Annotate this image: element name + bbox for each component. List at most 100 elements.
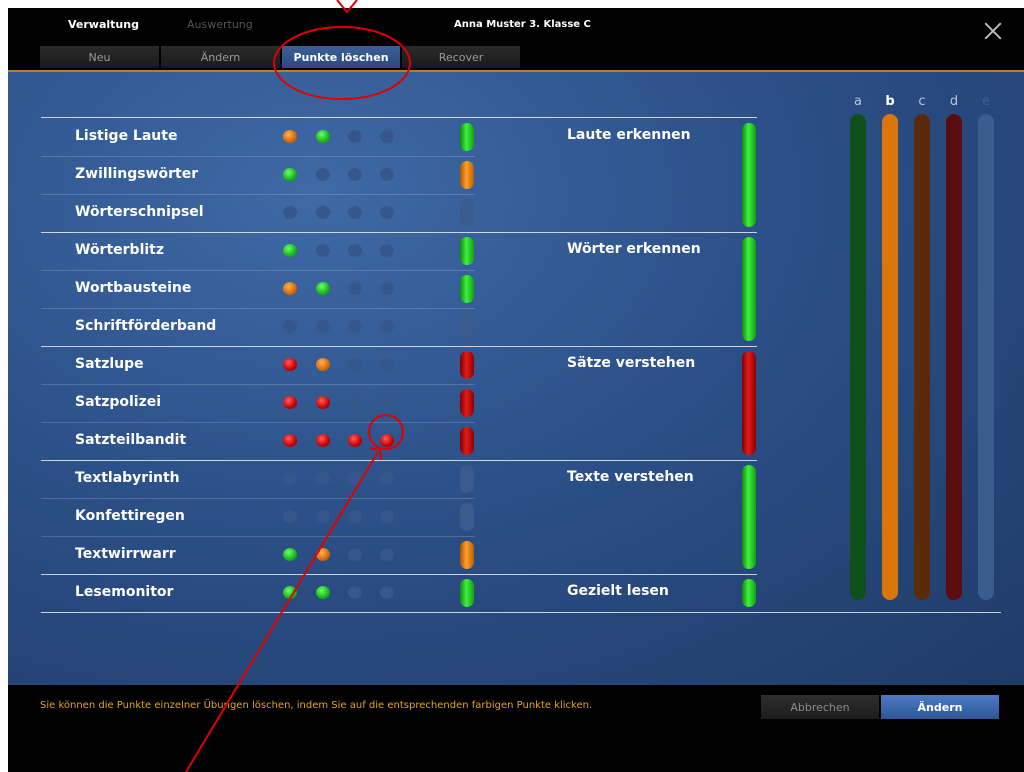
group-divider xyxy=(41,574,757,575)
exercise-label: Satzlupe xyxy=(75,356,144,372)
score-dot[interactable] xyxy=(316,548,330,561)
score-dot xyxy=(380,130,394,143)
score-dot[interactable] xyxy=(283,168,297,181)
score-dot xyxy=(316,206,330,219)
exercise-label: Schriftförderband xyxy=(75,318,217,334)
level-letter-a[interactable]: a xyxy=(850,94,866,109)
row-divider xyxy=(41,422,475,423)
score-dot[interactable] xyxy=(283,130,297,143)
score-dot xyxy=(348,396,362,409)
category-score-bar xyxy=(742,351,756,455)
subtab-aendern[interactable]: Ändern xyxy=(161,46,280,68)
row-divider xyxy=(41,536,475,537)
apply-button[interactable]: Ändern xyxy=(881,695,999,719)
level-letter-b[interactable]: b xyxy=(882,94,898,109)
level-letter-d[interactable]: d xyxy=(946,94,962,109)
score-dot[interactable] xyxy=(283,548,297,561)
score-dot[interactable] xyxy=(316,282,330,295)
score-dot[interactable] xyxy=(316,434,330,447)
score-dot xyxy=(348,282,362,295)
subtab-neu[interactable]: Neu xyxy=(40,46,159,68)
row-divider xyxy=(41,156,475,157)
exercise-score-bar xyxy=(460,237,474,265)
exercise-label: Textlabyrinth xyxy=(75,470,180,486)
exercise-score-bar xyxy=(460,541,474,569)
exercise-score-bar xyxy=(460,389,474,417)
score-dot xyxy=(348,358,362,371)
category-label: Laute erkennen xyxy=(567,127,691,143)
score-dot[interactable] xyxy=(316,586,330,599)
tab-auswertung[interactable]: Auswertung xyxy=(187,18,253,31)
score-dot[interactable] xyxy=(348,434,362,447)
level-letter-e[interactable]: e xyxy=(978,94,994,109)
level-bar-c xyxy=(914,114,930,600)
score-dot[interactable] xyxy=(316,130,330,143)
tab-verwaltung[interactable]: Verwaltung xyxy=(68,18,139,31)
score-dot xyxy=(348,206,362,219)
row-divider xyxy=(41,498,475,499)
exercise-score-bar xyxy=(460,275,474,303)
level-bar-b xyxy=(882,114,898,600)
level-letter-c[interactable]: c xyxy=(914,94,930,109)
exercise-score-bar xyxy=(460,579,474,607)
score-dot[interactable] xyxy=(316,396,330,409)
score-dot[interactable] xyxy=(380,434,394,447)
category-score-bar xyxy=(742,465,756,569)
exercise-label: Wörterschnipsel xyxy=(75,204,204,220)
score-dot[interactable] xyxy=(283,244,297,257)
score-dot xyxy=(380,358,394,371)
score-dot xyxy=(380,244,394,257)
row-divider xyxy=(41,194,475,195)
cancel-button[interactable]: Abbrechen xyxy=(761,695,879,719)
hint-text: Sie können die Punkte einzelner Übungen … xyxy=(40,700,593,711)
score-dot xyxy=(316,472,330,485)
category-score-bar xyxy=(742,579,756,607)
exercise-label: Listige Laute xyxy=(75,128,178,144)
score-dot[interactable] xyxy=(316,358,330,371)
score-dot xyxy=(380,282,394,295)
table-top-line xyxy=(41,117,757,118)
exercise-label: Konfettiregen xyxy=(75,508,185,524)
score-dot xyxy=(380,168,394,181)
exercise-label: Textwirrwarr xyxy=(75,546,176,562)
exercise-label: Wörterblitz xyxy=(75,242,165,258)
subtab-punkte-loeschen[interactable]: Punkte löschen xyxy=(282,46,400,68)
subtab-recover[interactable]: Recover xyxy=(402,46,520,68)
score-dot xyxy=(316,510,330,523)
group-divider xyxy=(41,612,1001,613)
category-label: Sätze verstehen xyxy=(567,355,696,371)
app-window: Verwaltung Auswertung Anna Muster 3. Kla… xyxy=(8,8,1024,772)
score-dot xyxy=(380,206,394,219)
category-score-bar xyxy=(742,237,756,341)
close-icon[interactable] xyxy=(984,22,1002,40)
score-dot[interactable] xyxy=(283,396,297,409)
score-dot[interactable] xyxy=(283,434,297,447)
score-dot[interactable] xyxy=(283,358,297,371)
score-dot xyxy=(316,168,330,181)
score-dot xyxy=(348,244,362,257)
level-bar-d xyxy=(946,114,962,600)
main-panel: Listige Laute Zwillingswörter Wörterschnip… xyxy=(8,72,1024,685)
score-dot xyxy=(380,586,394,599)
score-dot xyxy=(283,206,297,219)
category-score-bar xyxy=(742,123,756,227)
exercise-score-bar xyxy=(460,465,474,493)
score-dot[interactable] xyxy=(283,282,297,295)
score-dot xyxy=(380,510,394,523)
exercise-label: Wortbausteine xyxy=(75,280,192,296)
score-dot xyxy=(348,510,362,523)
score-dot xyxy=(283,472,297,485)
group-divider xyxy=(41,346,757,347)
top-navigation: Verwaltung Auswertung Anna Muster 3. Kla… xyxy=(8,8,1024,70)
exercise-score-bar xyxy=(460,199,474,227)
exercise-score-bar xyxy=(460,161,474,189)
level-bar-a xyxy=(850,114,866,600)
row-divider xyxy=(41,384,475,385)
score-dot xyxy=(316,244,330,257)
score-dot[interactable] xyxy=(283,586,297,599)
student-name: Anna Muster 3. Klasse C xyxy=(454,19,591,30)
score-dot xyxy=(380,396,394,409)
group-divider xyxy=(41,232,757,233)
exercise-score-bar xyxy=(460,427,474,455)
score-dot xyxy=(283,320,297,333)
